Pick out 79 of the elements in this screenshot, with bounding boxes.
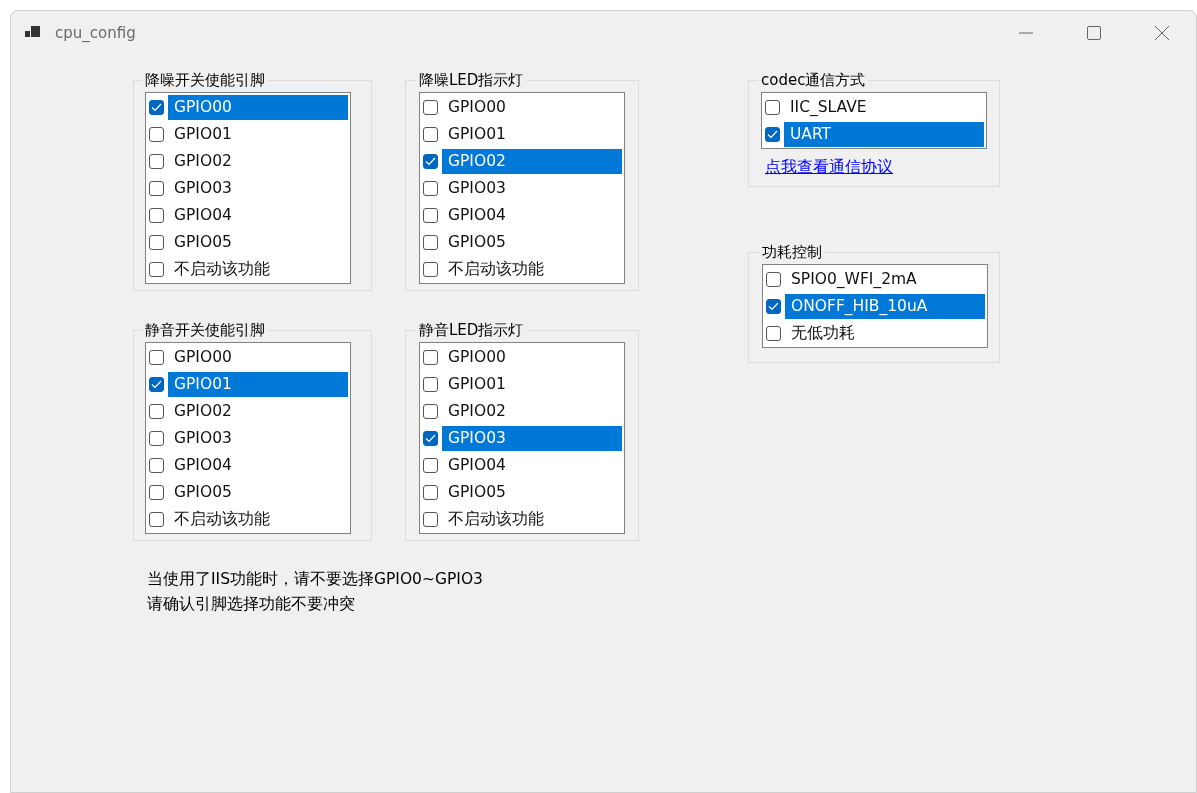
- checkbox[interactable]: [149, 208, 164, 223]
- list-item[interactable]: ONOFF_HIB_10uA: [785, 294, 985, 319]
- maximize-icon[interactable]: [1086, 25, 1102, 41]
- checkbox[interactable]: [149, 458, 164, 473]
- checkbox[interactable]: [423, 208, 438, 223]
- checkbox[interactable]: [149, 127, 164, 142]
- checkbox[interactable]: [149, 262, 164, 277]
- group-title: 降噪开关使能引脚: [144, 71, 266, 90]
- note-text: 请确认引脚选择功能不要冲突: [147, 594, 356, 615]
- list-item[interactable]: GPIO03: [442, 176, 622, 201]
- checkbox[interactable]: [149, 485, 164, 500]
- group-title: codec通信方式: [760, 71, 867, 90]
- list-item[interactable]: GPIO05: [168, 230, 348, 255]
- checkbox[interactable]: [149, 377, 164, 392]
- checkbox[interactable]: [766, 326, 781, 341]
- list-item[interactable]: GPIO01: [168, 122, 348, 147]
- group-title: 静音LED指示灯: [418, 321, 525, 340]
- window-title: cpu_config: [55, 24, 136, 42]
- checkbox[interactable]: [765, 127, 780, 142]
- checkbox[interactable]: [423, 235, 438, 250]
- checkbox[interactable]: [149, 100, 164, 115]
- app-icon: [25, 26, 41, 40]
- list-item[interactable]: GPIO02: [442, 149, 622, 174]
- list-item[interactable]: GPIO04: [168, 203, 348, 228]
- list-item[interactable]: 不启动该功能: [442, 257, 622, 282]
- list-item[interactable]: GPIO00: [168, 95, 348, 120]
- checkbox[interactable]: [423, 404, 438, 419]
- checkbox[interactable]: [423, 458, 438, 473]
- list-item[interactable]: GPIO04: [168, 453, 348, 478]
- checkbox[interactable]: [149, 404, 164, 419]
- list-item[interactable]: UART: [784, 122, 984, 147]
- list-item[interactable]: GPIO01: [168, 372, 348, 397]
- checkbox[interactable]: [423, 154, 438, 169]
- checkbox[interactable]: [423, 377, 438, 392]
- list-item[interactable]: GPIO00: [442, 95, 622, 120]
- list-item[interactable]: GPIO04: [442, 453, 622, 478]
- list-item[interactable]: GPIO00: [442, 345, 622, 370]
- list-item[interactable]: GPIO02: [168, 149, 348, 174]
- group-title: 功耗控制: [761, 243, 823, 262]
- checkbox[interactable]: [423, 350, 438, 365]
- checkbox[interactable]: [765, 100, 780, 115]
- list-item[interactable]: IIC_SLAVE: [784, 95, 984, 120]
- checkbox[interactable]: [423, 431, 438, 446]
- list-item[interactable]: 不启动该功能: [168, 507, 348, 532]
- list-item[interactable]: GPIO02: [442, 399, 622, 424]
- group-title: 降噪LED指示灯: [418, 71, 525, 90]
- checkbox[interactable]: [423, 127, 438, 142]
- checkbox[interactable]: [423, 262, 438, 277]
- checkbox[interactable]: [149, 181, 164, 196]
- group-title: 静音开关使能引脚: [144, 321, 266, 340]
- checkbox[interactable]: [423, 100, 438, 115]
- list-item[interactable]: GPIO04: [442, 203, 622, 228]
- checkbox[interactable]: [423, 181, 438, 196]
- checkbox[interactable]: [149, 512, 164, 527]
- list-item[interactable]: 无低功耗: [785, 321, 985, 346]
- checkbox[interactable]: [149, 350, 164, 365]
- note-text: 当使用了IIS功能时，请不要选择GPIO0~GPIO3: [147, 569, 484, 590]
- list-item[interactable]: GPIO03: [168, 176, 348, 201]
- list-item[interactable]: GPIO00: [168, 345, 348, 370]
- checkbox[interactable]: [149, 431, 164, 446]
- checkbox[interactable]: [423, 512, 438, 527]
- checkbox[interactable]: [766, 299, 781, 314]
- list-item[interactable]: GPIO05: [442, 480, 622, 505]
- list-item[interactable]: GPIO05: [442, 230, 622, 255]
- list-item[interactable]: GPIO05: [168, 480, 348, 505]
- list-item[interactable]: GPIO01: [442, 122, 622, 147]
- protocol-link[interactable]: 点我查看通信协议: [765, 157, 893, 178]
- list-item[interactable]: GPIO03: [168, 426, 348, 451]
- list-item[interactable]: GPIO03: [442, 426, 622, 451]
- list-item[interactable]: GPIO02: [168, 399, 348, 424]
- list-item[interactable]: SPIO0_WFI_2mA: [785, 267, 985, 292]
- close-icon[interactable]: [1154, 25, 1170, 41]
- list-item[interactable]: GPIO01: [442, 372, 622, 397]
- checkbox[interactable]: [423, 485, 438, 500]
- list-item[interactable]: 不启动该功能: [168, 257, 348, 282]
- checkbox[interactable]: [766, 272, 781, 287]
- list-item[interactable]: 不启动该功能: [442, 507, 622, 532]
- checkbox[interactable]: [149, 235, 164, 250]
- checkbox[interactable]: [149, 154, 164, 169]
